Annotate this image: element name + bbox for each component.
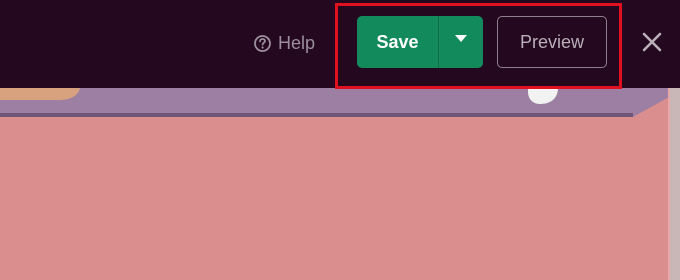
preview-button[interactable]: Preview (497, 16, 607, 68)
save-options-dropdown-button[interactable] (439, 16, 483, 68)
figure-arm (0, 88, 80, 101)
help-link[interactable]: Help (253, 30, 315, 56)
preview-canvas (0, 88, 680, 280)
yoga-mat-edge (0, 113, 633, 117)
yoga-mat-image (0, 88, 680, 117)
help-label: Help (278, 32, 316, 53)
close-button[interactable] (640, 30, 664, 54)
help-circle-icon (253, 34, 272, 53)
yoga-mat (0, 88, 680, 117)
caret-down-icon (455, 34, 467, 42)
save-split-button: Save (357, 16, 483, 68)
canvas-scroll-strip (670, 88, 680, 280)
close-icon (642, 32, 662, 52)
save-button[interactable]: Save (357, 16, 438, 68)
